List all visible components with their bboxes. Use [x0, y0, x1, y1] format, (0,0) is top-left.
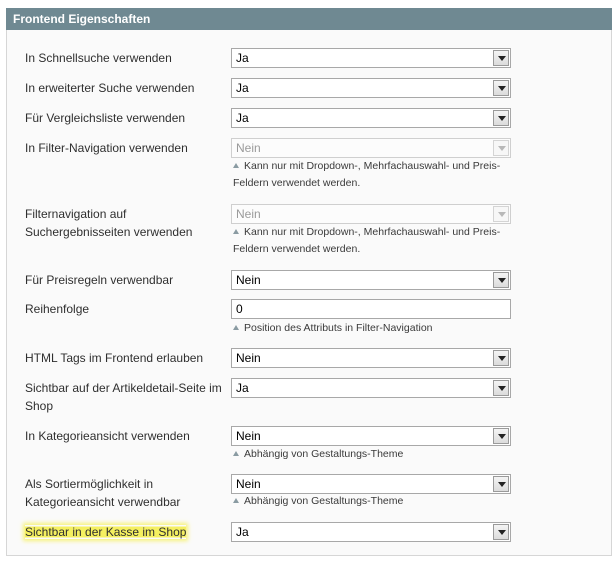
section-header: Frontend Eigenschaften: [6, 8, 612, 30]
field-note: Kann nur mit Dropdown-, Mehrfachauswahl-…: [233, 160, 501, 189]
chevron-down-icon[interactable]: [493, 476, 509, 492]
select-value: Nein: [236, 429, 261, 443]
triangle-up-icon: [233, 498, 239, 503]
chevron-down-icon[interactable]: [493, 524, 509, 540]
search-filter-navigation-select[interactable]: Nein: [231, 204, 511, 224]
html-tags-select[interactable]: Nein: [231, 348, 511, 368]
select-value: Nein: [236, 141, 261, 155]
highlighted-label: Sichtbar in der Kasse im Shop: [25, 525, 187, 539]
field-label: In erweiterter Suche verwenden: [25, 81, 195, 95]
chevron-down-icon[interactable]: [493, 350, 509, 366]
field-label: Reihenfolge: [25, 302, 90, 316]
chevron-down-icon[interactable]: [493, 272, 509, 288]
filter-navigation-select[interactable]: Nein: [231, 138, 511, 158]
product-page-select[interactable]: Ja: [231, 378, 511, 398]
select-value: Ja: [236, 81, 249, 95]
quick-search-select[interactable]: Ja: [231, 48, 511, 68]
field-label: In Filter-Navigation verwenden: [25, 141, 188, 155]
price-rules-select[interactable]: Nein: [231, 270, 511, 290]
field-label: In Schnellsuche verwenden: [25, 51, 172, 65]
field-label: Sichtbar in der Kasse im Shop: [25, 523, 225, 541]
select-value: Ja: [236, 111, 249, 125]
field-note: Position des Attributs in Filter-Navigat…: [233, 320, 517, 337]
category-view-select[interactable]: Nein: [231, 426, 511, 446]
field-label: HTML Tags im Frontend erlauben: [25, 351, 204, 365]
field-note: Kann nur mit Dropdown-, Mehrfachauswahl-…: [233, 226, 501, 255]
comparison-select[interactable]: Ja: [231, 108, 511, 128]
triangle-up-icon: [233, 229, 239, 234]
triangle-up-icon: [233, 325, 239, 330]
select-value: Nein: [236, 273, 261, 287]
sort-option-select[interactable]: Nein: [231, 474, 511, 494]
select-value: Nein: [236, 477, 261, 491]
chevron-down-icon[interactable]: [493, 80, 509, 96]
select-value: Ja: [236, 381, 249, 395]
select-value: Nein: [236, 207, 261, 221]
select-value: Nein: [236, 351, 261, 365]
frontend-properties-fieldset: In Schnellsuche verwenden Ja In erweiter…: [6, 30, 612, 556]
section-title: Frontend Eigenschaften: [13, 12, 151, 26]
field-note: Abhängig von Gestaltungs-Theme: [233, 446, 517, 463]
field-label: In Kategorieansicht verwenden: [25, 429, 190, 443]
field-label: Sichtbar auf der Artikeldetail-Seite im …: [25, 381, 222, 413]
chevron-down-icon[interactable]: [493, 50, 509, 66]
advanced-search-select[interactable]: Ja: [231, 78, 511, 98]
field-label: Filternavigation auf Suchergebnisseiten …: [25, 207, 193, 239]
chevron-down-icon[interactable]: [493, 428, 509, 444]
position-input[interactable]: 0: [231, 299, 511, 319]
field-label: Als Sortiermöglichkeit in Kategorieansic…: [25, 477, 181, 509]
triangle-up-icon: [233, 451, 239, 456]
chevron-down-icon[interactable]: [493, 110, 509, 126]
input-value: 0: [236, 302, 243, 316]
checkout-select[interactable]: Ja: [231, 522, 511, 542]
field-label: Für Preisregeln verwendbar: [25, 273, 174, 287]
chevron-down-icon[interactable]: [493, 140, 509, 156]
triangle-up-icon: [233, 163, 239, 168]
field-note: Abhängig von Gestaltungs-Theme: [233, 493, 517, 510]
chevron-down-icon[interactable]: [493, 380, 509, 396]
select-value: Ja: [236, 51, 249, 65]
field-label: Für Vergleichsliste verwenden: [25, 111, 186, 125]
select-value: Ja: [236, 525, 249, 539]
chevron-down-icon[interactable]: [493, 206, 509, 222]
